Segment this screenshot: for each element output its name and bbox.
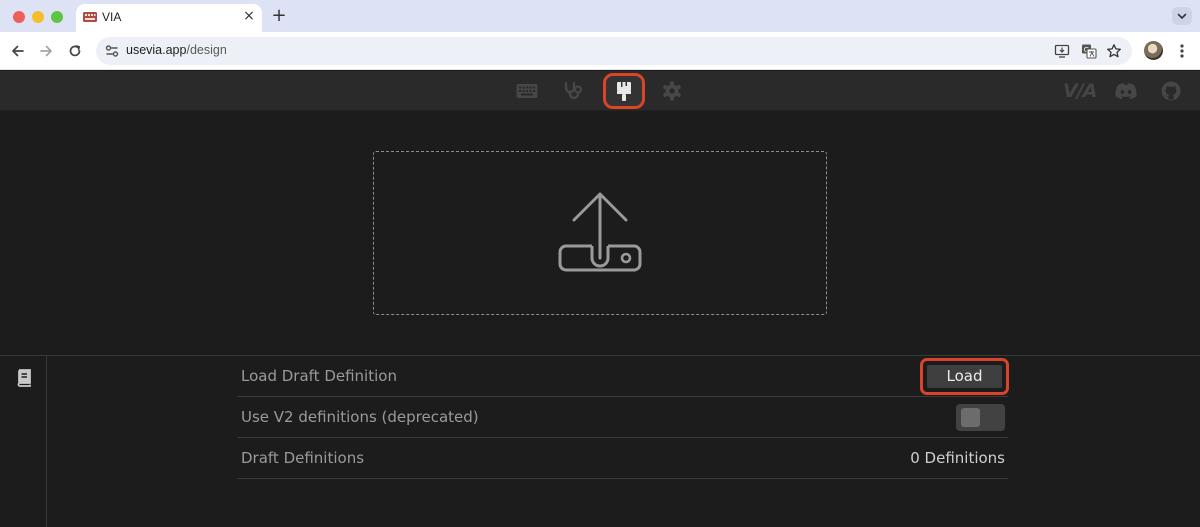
side-menu xyxy=(0,356,47,527)
app-nav-bar: V/A xyxy=(0,71,1200,111)
more-menu-icon[interactable] xyxy=(1174,42,1190,60)
use-v2-definitions-label: Use V2 definitions (deprecated) xyxy=(241,408,479,426)
address-bar[interactable]: usevia.app/design G xyxy=(96,37,1132,65)
discord-icon[interactable] xyxy=(1113,81,1139,101)
definition-dropzone[interactable] xyxy=(373,151,827,315)
load-draft-definition-row: Load Draft Definition Load xyxy=(237,356,1009,397)
tab-close-icon[interactable]: × xyxy=(242,9,256,23)
profile-avatar[interactable] xyxy=(1144,41,1163,60)
use-v2-definitions-toggle[interactable] xyxy=(956,404,1005,431)
draft-definitions-label: Draft Definitions xyxy=(241,449,365,467)
bookmark-star-icon[interactable] xyxy=(1106,43,1122,59)
load-draft-definition-label: Load Draft Definition xyxy=(241,367,397,385)
site-settings-icon[interactable] xyxy=(104,43,120,59)
url-path: /design xyxy=(186,43,227,57)
minimize-window-button[interactable] xyxy=(32,11,44,23)
paintbrush-icon xyxy=(617,82,631,101)
upload-icon xyxy=(558,192,642,272)
new-tab-button[interactable]: + xyxy=(270,7,288,25)
via-logo[interactable]: V/A xyxy=(1063,80,1097,102)
browser-toolbar: usevia.app/design G xyxy=(0,32,1200,70)
browser-tab[interactable]: VIA × xyxy=(76,4,262,32)
install-app-icon[interactable] xyxy=(1054,43,1070,59)
chevron-down-icon xyxy=(1177,13,1187,20)
browser-tab-bar: VIA × + xyxy=(0,0,1200,32)
load-button-highlight: Load xyxy=(920,358,1009,395)
keyboard-icon[interactable] xyxy=(516,81,538,101)
tab-title: VIA xyxy=(102,10,122,24)
tab-search-button[interactable] xyxy=(1172,7,1192,25)
reload-icon[interactable] xyxy=(65,41,85,61)
screen: VIA × + usevia.app/design V/A Load Draft… xyxy=(0,0,1200,527)
use-v2-definitions-row: Use V2 definitions (deprecated) xyxy=(237,397,1008,438)
design-tab-highlight[interactable] xyxy=(603,73,645,109)
translate-icon[interactable]: G xyxy=(1081,43,1097,59)
github-icon[interactable] xyxy=(1160,81,1182,101)
forward-arrow-icon[interactable] xyxy=(36,41,56,61)
url-host: usevia.app xyxy=(126,43,187,57)
via-favicon-icon xyxy=(83,12,97,22)
close-window-button[interactable] xyxy=(13,11,25,23)
draft-definitions-count: 0 Definitions xyxy=(910,449,1005,467)
url-text: usevia.app/design xyxy=(126,43,227,57)
stethoscope-icon[interactable] xyxy=(563,81,585,101)
book-icon[interactable] xyxy=(16,369,32,387)
back-arrow-icon[interactable] xyxy=(8,41,28,61)
definition-upload-area xyxy=(0,111,1200,355)
maximize-window-button[interactable] xyxy=(51,11,63,23)
design-settings-panel: Load Draft Definition Load Use V2 defini… xyxy=(237,356,1009,479)
toggle-knob xyxy=(961,408,980,427)
gear-icon[interactable] xyxy=(661,81,683,101)
draft-definitions-row: Draft Definitions 0 Definitions xyxy=(237,438,1008,479)
load-button[interactable]: Load xyxy=(927,365,1002,388)
